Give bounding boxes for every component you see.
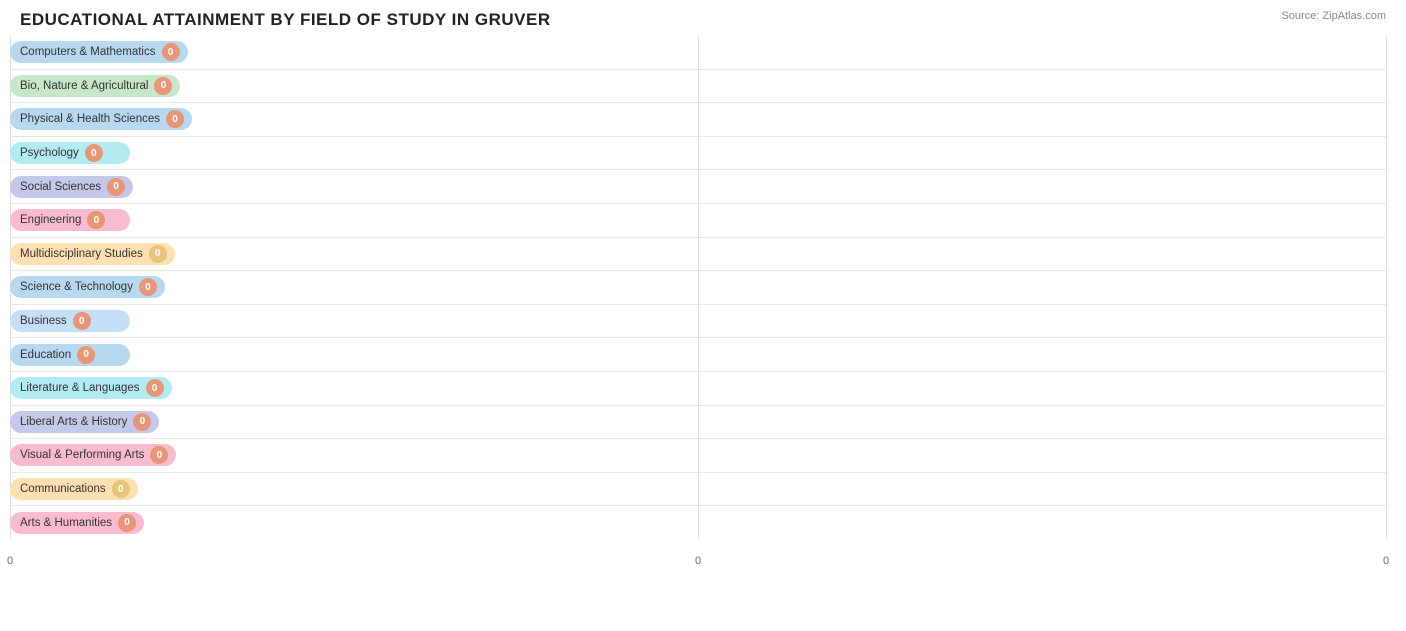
bar-row: Visual & Performing Arts 0 bbox=[10, 439, 1386, 473]
chart-title: EDUCATIONAL ATTAINMENT BY FIELD OF STUDY… bbox=[10, 10, 1386, 30]
bar-label: Education bbox=[20, 349, 71, 361]
bar-pill: Communications 0 bbox=[10, 478, 138, 500]
bar-pill: Science & Technology 0 bbox=[10, 276, 165, 298]
bar-value-badge: 0 bbox=[112, 480, 130, 498]
bar-pill: Physical & Health Sciences 0 bbox=[10, 108, 192, 130]
bar-pill: Social Sciences 0 bbox=[10, 176, 133, 198]
bar-pill: Literature & Languages 0 bbox=[10, 377, 172, 399]
bar-value-badge: 0 bbox=[162, 43, 180, 61]
bar-row: Bio, Nature & Agricultural 0 bbox=[10, 70, 1386, 104]
bar-pill: Psychology 0 bbox=[10, 142, 130, 164]
bar-row: Psychology 0 bbox=[10, 137, 1386, 171]
x-label-0: 0 bbox=[7, 555, 13, 567]
rows-wrapper: Computers & Mathematics0Bio, Nature & Ag… bbox=[10, 36, 1386, 539]
chart-area: Computers & Mathematics0Bio, Nature & Ag… bbox=[10, 36, 1386, 567]
chart-container: EDUCATIONAL ATTAINMENT BY FIELD OF STUDY… bbox=[0, 0, 1406, 631]
bar-row: Business 0 bbox=[10, 305, 1386, 339]
bar-row: Education 0 bbox=[10, 338, 1386, 372]
bar-label: Computers & Mathematics bbox=[20, 46, 156, 58]
bar-label: Literature & Languages bbox=[20, 382, 140, 394]
bar-pill: Business 0 bbox=[10, 310, 130, 332]
bar-value-badge: 0 bbox=[133, 413, 151, 431]
bar-pill: Arts & Humanities 0 bbox=[10, 512, 144, 534]
bar-value-badge: 0 bbox=[77, 346, 95, 364]
bar-label: Liberal Arts & History bbox=[20, 416, 127, 428]
bar-pill: Engineering 0 bbox=[10, 209, 130, 231]
grid-line-100 bbox=[1386, 36, 1387, 539]
bar-label: Business bbox=[20, 315, 67, 327]
bar-value-badge: 0 bbox=[150, 446, 168, 464]
bar-value-badge: 0 bbox=[85, 144, 103, 162]
bar-label: Engineering bbox=[20, 214, 81, 226]
bar-value-badge: 0 bbox=[154, 77, 172, 95]
bar-label: Bio, Nature & Agricultural bbox=[20, 80, 148, 92]
bar-value-badge: 0 bbox=[146, 379, 164, 397]
x-label-max: 0 bbox=[1383, 555, 1389, 567]
bar-row: Engineering 0 bbox=[10, 204, 1386, 238]
bar-label: Science & Technology bbox=[20, 281, 133, 293]
bar-row: Multidisciplinary Studies 0 bbox=[10, 238, 1386, 272]
bar-pill: Multidisciplinary Studies 0 bbox=[10, 243, 175, 265]
bar-value-badge: 0 bbox=[118, 514, 136, 532]
bars-area: Computers & Mathematics0Bio, Nature & Ag… bbox=[10, 36, 1386, 567]
bar-pill: Visual & Performing Arts 0 bbox=[10, 444, 176, 466]
bar-label: Multidisciplinary Studies bbox=[20, 248, 143, 260]
bar-label: Arts & Humanities bbox=[20, 517, 112, 529]
bar-pill: Computers & Mathematics 0 bbox=[10, 41, 188, 63]
bar-row: Science & Technology 0 bbox=[10, 271, 1386, 305]
bar-value-badge: 0 bbox=[166, 110, 184, 128]
bar-pill: Liberal Arts & History 0 bbox=[10, 411, 159, 433]
bar-label: Visual & Performing Arts bbox=[20, 449, 144, 461]
bar-label: Social Sciences bbox=[20, 181, 101, 193]
bar-row: Social Sciences 0 bbox=[10, 170, 1386, 204]
bar-row: Arts & Humanities 0 bbox=[10, 506, 1386, 539]
bar-value-badge: 0 bbox=[107, 178, 125, 196]
bar-row: Physical & Health Sciences 0 bbox=[10, 103, 1386, 137]
bar-value-badge: 0 bbox=[87, 211, 105, 229]
bar-row: Communications 0 bbox=[10, 473, 1386, 507]
bar-pill: Education 0 bbox=[10, 344, 130, 366]
bar-value-badge: 0 bbox=[149, 245, 167, 263]
bar-row: Liberal Arts & History 0 bbox=[10, 406, 1386, 440]
x-label-mid: 0 bbox=[695, 555, 701, 567]
bar-value-badge: 0 bbox=[139, 278, 157, 296]
bar-label: Physical & Health Sciences bbox=[20, 113, 160, 125]
source-label: Source: ZipAtlas.com bbox=[1281, 10, 1386, 22]
bar-value-badge: 0 bbox=[73, 312, 91, 330]
bar-row: Literature & Languages 0 bbox=[10, 372, 1386, 406]
bar-pill: Bio, Nature & Agricultural 0 bbox=[10, 75, 180, 97]
bar-label: Communications bbox=[20, 483, 106, 495]
bar-label: Psychology bbox=[20, 147, 79, 159]
bar-row: Computers & Mathematics 0 bbox=[10, 36, 1386, 70]
x-axis: 0 0 0 bbox=[10, 539, 1386, 567]
